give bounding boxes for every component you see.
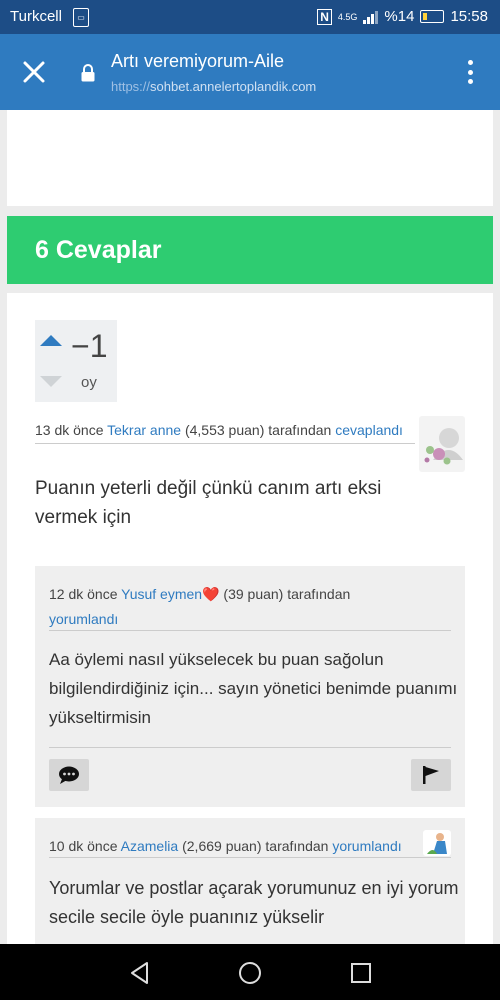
- system-navigation-bar: [0, 944, 500, 1000]
- status-bar: Turkcell ▭ N 4.5G %14 15:58: [0, 0, 500, 34]
- commented-link[interactable]: yorumlandı: [49, 611, 118, 627]
- heart-icon: ❤️: [202, 586, 220, 602]
- comment-item: 10 dk önce Azamelia (2,669 puan) tarafın…: [35, 818, 465, 953]
- reply-button[interactable]: [49, 759, 89, 791]
- comment-meta: 10 dk önce Azamelia (2,669 puan) tarafın…: [49, 834, 449, 859]
- url-scheme: https://: [111, 79, 151, 94]
- answered-link[interactable]: cevaplandı: [335, 422, 403, 438]
- answer-meta: 13 dk önce Tekrar anne (4,553 puan) tara…: [35, 422, 403, 438]
- avatar[interactable]: [423, 830, 451, 856]
- recents-icon[interactable]: [348, 960, 374, 986]
- answers-header: 6 Cevaplar: [7, 216, 493, 284]
- meta-divider: [35, 443, 415, 444]
- comment-points: (39 puan): [223, 586, 284, 602]
- answer-by: tarafından: [268, 422, 332, 438]
- nfc-icon: N: [317, 8, 332, 25]
- battery-percent: %14: [384, 8, 415, 25]
- vote-count: −1: [71, 328, 108, 364]
- comment-text: Yorumlar ve postlar açarak yorumunuz en …: [49, 878, 459, 927]
- comment-bubble-icon: [59, 766, 79, 784]
- flag-icon: [423, 766, 439, 784]
- question-card: [7, 110, 493, 206]
- vote-down-icon[interactable]: [40, 376, 62, 387]
- comment-divider: [49, 857, 451, 858]
- answer-card: −1 oy 13 dk önce Tekrar anne (4,553 puan…: [7, 293, 493, 953]
- status-indicators: N 4.5G %14 15:58: [317, 8, 488, 25]
- avatar[interactable]: [419, 416, 465, 472]
- comment-divider: [49, 747, 451, 748]
- vote-unit: oy: [81, 374, 97, 391]
- comment-meta: 12 dk önce Yusuf eymen❤️ (39 puan) taraf…: [49, 582, 449, 632]
- clock: 15:58: [450, 8, 488, 25]
- url-text[interactable]: https://sohbet.annelertoplandik.com: [111, 79, 316, 94]
- home-icon[interactable]: [237, 960, 263, 986]
- signal-icon: [363, 10, 379, 24]
- answer-text: Puanın yeterli değil çünkü canım artı ek…: [35, 478, 382, 528]
- comment-item: 12 dk önce Yusuf eymen❤️ (39 puan) taraf…: [35, 566, 465, 807]
- back-icon[interactable]: [127, 960, 153, 986]
- close-icon[interactable]: [20, 58, 48, 86]
- url-host: sohbet.annelertoplandik.com: [150, 79, 317, 94]
- comment-by: tarafından: [265, 838, 329, 854]
- comment-user-name: Yusuf eymen: [121, 586, 203, 602]
- carrier-name: Turkcell: [10, 8, 62, 25]
- answer-points: (4,553 puan): [184, 422, 265, 438]
- page-title: Artı veremiyorum-Aile: [111, 51, 285, 71]
- vote-up-icon[interactable]: [40, 335, 62, 346]
- comment-by: tarafından: [287, 586, 351, 602]
- comment-user-link[interactable]: Azamelia: [121, 838, 179, 854]
- lock-icon: [81, 64, 95, 82]
- answers-count-label: 6 Cevaplar: [35, 236, 162, 264]
- answer-user-link[interactable]: Tekrar anne: [107, 422, 181, 438]
- commented-link[interactable]: yorumlandı: [332, 838, 401, 854]
- comment-divider: [49, 630, 451, 631]
- answer-time: 13 dk önce: [35, 422, 104, 438]
- comment-time: 10 dk önce: [49, 838, 118, 854]
- vote-box: −1 oy: [35, 320, 117, 402]
- network-type: 4.5G: [337, 11, 358, 22]
- browser-toolbar: Artı veremiyorum-Aile https://sohbet.ann…: [0, 34, 500, 110]
- battery-icon: [420, 10, 445, 23]
- comment-points: (2,669 puan): [182, 838, 262, 854]
- sim-card-icon: ▭: [73, 8, 89, 27]
- flag-button[interactable]: [411, 759, 451, 791]
- comment-user-link[interactable]: Yusuf eymen❤️: [121, 586, 219, 602]
- comment-text: Aa öylemi nasıl yükselecek bu puan sağol…: [49, 650, 458, 727]
- more-vert-icon[interactable]: [468, 60, 474, 84]
- comment-time: 12 dk önce: [49, 586, 118, 602]
